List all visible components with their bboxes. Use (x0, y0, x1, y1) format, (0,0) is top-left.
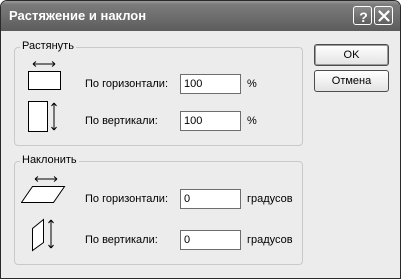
skew-horizontal-input[interactable]: 0 (180, 189, 241, 209)
skew-legend: Наклонить (20, 154, 79, 166)
close-button[interactable] (374, 6, 393, 25)
stretch-horizontal-input[interactable]: 100 (180, 74, 241, 94)
ok-button[interactable]: OK (314, 44, 389, 66)
skew-vertical-label: По вертикали: (85, 234, 158, 246)
question-mark-icon: ? (359, 9, 368, 25)
dialog-window: Растяжение и наклон ? Растянуть По гориз… (0, 0, 401, 279)
skew-vertical-input[interactable]: 0 (180, 230, 241, 250)
stretch-legend: Растянуть (20, 40, 76, 52)
stretch-horizontal-label: По горизонтали: (85, 78, 168, 90)
stretch-vertical-unit: % (247, 115, 257, 127)
skew-horizontal-label: По горизонтали: (85, 193, 168, 205)
skew-vertical-unit: градусов (247, 234, 293, 246)
svg-text:?: ? (359, 9, 368, 25)
window-title: Растяжение и наклон (9, 8, 147, 23)
close-icon (378, 10, 390, 22)
stretch-horizontal-unit: % (247, 78, 257, 90)
title-bar[interactable]: Растяжение и наклон ? (1, 1, 400, 31)
stretch-vertical-label: По вертикали: (85, 115, 158, 127)
skew-horizontal-unit: градусов (247, 193, 293, 205)
stretch-vertical-icon (28, 101, 57, 132)
stretch-vertical-input[interactable]: 100 (180, 111, 241, 131)
stretch-horizontal-icon (28, 61, 61, 90)
skew-horizontal-icon (21, 176, 66, 203)
skew-vertical-icon (32, 218, 54, 252)
cancel-button[interactable]: Отмена (314, 70, 389, 92)
help-button[interactable]: ? (353, 6, 372, 25)
